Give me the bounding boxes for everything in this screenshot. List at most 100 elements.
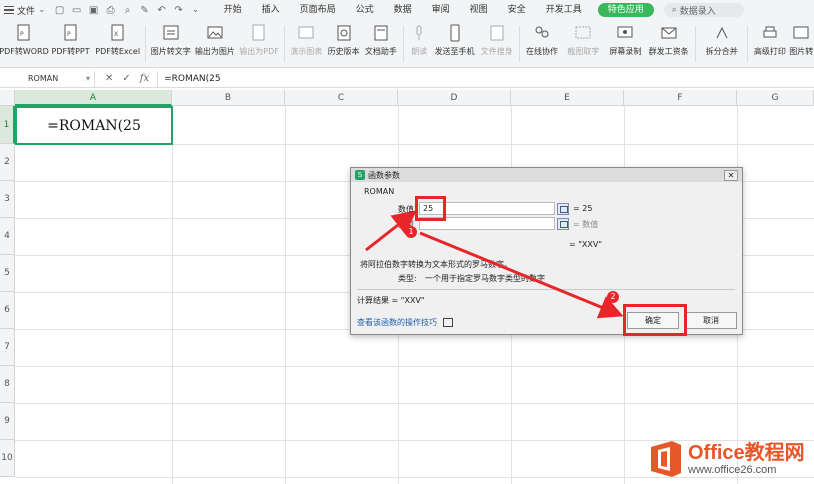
arg2-select-range-icon[interactable] bbox=[557, 218, 569, 230]
payroll-label: 群发工资条 bbox=[648, 47, 689, 56]
insert-function-icon[interactable]: fx bbox=[140, 73, 149, 84]
toolbar-divider bbox=[747, 26, 749, 62]
pdf-to-word-button[interactable]: P PDF转WORD bbox=[0, 20, 49, 68]
tab-special-apps[interactable]: 特色应用 bbox=[597, 3, 654, 17]
column-header-e[interactable]: E bbox=[511, 90, 624, 106]
print-icon[interactable]: ⎙ bbox=[105, 4, 117, 16]
row-header-9[interactable]: 9 bbox=[0, 403, 15, 440]
column-header-g[interactable]: G bbox=[737, 90, 814, 106]
pdf-to-excel-button[interactable]: X PDF转Excel bbox=[93, 20, 142, 68]
tab-home[interactable]: 开始 bbox=[214, 0, 252, 20]
column-header-c[interactable]: C bbox=[285, 90, 398, 106]
tab-insert[interactable]: 插入 bbox=[252, 0, 290, 20]
tab-view[interactable]: 视图 bbox=[460, 0, 498, 20]
grid-line bbox=[285, 106, 286, 484]
dialog-title: 函数参数 bbox=[368, 170, 400, 180]
tab-review[interactable]: 审阅 bbox=[422, 0, 460, 20]
select-all-corner[interactable] bbox=[0, 90, 15, 106]
image-convert-icon bbox=[793, 26, 809, 39]
screenshot-text-icon bbox=[575, 26, 591, 39]
formula-controls: ✕ ✓ fx bbox=[95, 70, 159, 87]
formula-input[interactable]: =ROMAN(25 bbox=[158, 74, 221, 84]
format-painter-icon[interactable]: ✎ bbox=[139, 4, 151, 16]
office-logo-icon bbox=[651, 440, 681, 477]
open-folder-icon[interactable]: ▭ bbox=[71, 4, 83, 16]
video-icon[interactable] bbox=[442, 318, 453, 327]
chevron-down-icon: ⌄ bbox=[38, 5, 46, 15]
row-header-1[interactable]: 1 bbox=[0, 106, 15, 144]
redo-icon[interactable]: ↷ bbox=[173, 4, 185, 16]
formula-result: = "XXV" bbox=[569, 240, 603, 249]
tab-security[interactable]: 安全 bbox=[498, 0, 536, 20]
row-header-8[interactable]: 8 bbox=[0, 366, 15, 403]
type-description-label: 类型: bbox=[398, 274, 417, 283]
search-icon: ⌕ bbox=[671, 5, 677, 15]
image-to-text-button[interactable]: 图片转文字 bbox=[149, 20, 192, 68]
payroll-button[interactable]: 群发工资条 bbox=[645, 20, 692, 68]
watermark-text: Office教程网 www.office26.com bbox=[688, 442, 805, 476]
undo-icon[interactable]: ↶ bbox=[156, 4, 168, 16]
send-phone-button[interactable]: 发送至手机 bbox=[432, 20, 477, 68]
active-cell-a1[interactable]: =ROMAN(25 bbox=[15, 106, 173, 145]
file-search-button[interactable]: 文件搜身 bbox=[477, 20, 516, 68]
image-convert-button[interactable]: 图片转 bbox=[789, 20, 814, 68]
export-pdf-label: 输出为PDF bbox=[239, 47, 279, 56]
toolbar-divider bbox=[402, 26, 404, 62]
chevron-down-icon[interactable]: ▾ bbox=[86, 74, 90, 83]
name-box[interactable]: ROMAN ▾ bbox=[0, 70, 95, 87]
confirm-icon[interactable]: ✓ bbox=[122, 73, 130, 84]
row-header-7[interactable]: 7 bbox=[0, 329, 15, 366]
type-description: 一个用于指定罗马数字类型的数字 bbox=[425, 274, 545, 283]
screenshot-text-button[interactable]: 截图取字 bbox=[561, 20, 606, 68]
read-aloud-button[interactable]: 朗读 bbox=[406, 20, 432, 68]
advanced-print-button[interactable]: 高级打印 bbox=[751, 20, 788, 68]
calc-result: 计算结果 = "XXV" bbox=[357, 296, 425, 305]
file-menu[interactable]: 文件 ⌄ bbox=[0, 0, 50, 20]
tab-developer[interactable]: 开发工具 bbox=[536, 0, 592, 20]
arg1-select-range-icon[interactable] bbox=[557, 203, 569, 215]
row-header-6[interactable]: 6 bbox=[0, 292, 15, 329]
help-link-row: 查看该函数的操作技巧 bbox=[357, 317, 453, 328]
export-pdf-button[interactable]: 输出为PDF bbox=[238, 20, 281, 68]
help-link[interactable]: 查看该函数的操作技巧 bbox=[357, 318, 437, 327]
online-collab-button[interactable]: 在线协作 bbox=[523, 20, 560, 68]
image-convert-label: 图片转 bbox=[789, 47, 814, 56]
pdf-to-ppt-button[interactable]: P PDF转PPT bbox=[48, 20, 93, 68]
pdf-to-excel-label: PDF转Excel bbox=[95, 47, 141, 56]
tab-formulas[interactable]: 公式 bbox=[346, 0, 384, 20]
history-icon bbox=[337, 25, 351, 41]
chevron-down-icon[interactable]: ⌄ bbox=[190, 4, 202, 16]
split-merge-button[interactable]: 拆分合并 bbox=[699, 20, 744, 68]
row-header-4[interactable]: 4 bbox=[0, 218, 15, 255]
dialog-divider bbox=[357, 289, 735, 290]
row-header-2[interactable]: 2 bbox=[0, 144, 15, 181]
tab-page-layout[interactable]: 页面布局 bbox=[290, 0, 346, 20]
new-file-icon[interactable]: ▢ bbox=[54, 4, 66, 16]
cancel-button[interactable]: 取消 bbox=[685, 312, 737, 329]
online-collab-label: 在线协作 bbox=[526, 47, 559, 56]
history-button[interactable]: 历史版本 bbox=[325, 20, 362, 68]
tab-data[interactable]: 数据 bbox=[384, 0, 422, 20]
doc-assistant-button[interactable]: 文档助手 bbox=[362, 20, 399, 68]
search-box[interactable]: ⌕ 数据录入 bbox=[663, 3, 744, 17]
column-header-d[interactable]: D bbox=[398, 90, 511, 106]
svg-text:P: P bbox=[67, 31, 71, 38]
toolbar-divider bbox=[695, 26, 697, 62]
dialog-title-bar[interactable]: S 函数参数 ✕ bbox=[351, 168, 742, 182]
row-header-5[interactable]: 5 bbox=[0, 255, 15, 292]
demo-chart-button[interactable]: 演示图表 bbox=[288, 20, 325, 68]
column-header-a[interactable]: A bbox=[15, 90, 172, 106]
file-search-icon bbox=[490, 25, 504, 41]
column-header-f[interactable]: F bbox=[624, 90, 737, 106]
search-text: 数据录入 bbox=[679, 6, 716, 17]
screen-record-button[interactable]: 屏幕录制 bbox=[606, 20, 645, 68]
row-header-3[interactable]: 3 bbox=[0, 181, 15, 218]
print-preview-icon[interactable]: ⌕ bbox=[122, 4, 134, 16]
column-header-b[interactable]: B bbox=[172, 90, 285, 106]
save-icon[interactable]: ▣ bbox=[88, 4, 100, 16]
cancel-icon[interactable]: ✕ bbox=[105, 73, 113, 84]
close-icon[interactable]: ✕ bbox=[724, 169, 738, 181]
image-to-text-label: 图片转文字 bbox=[150, 47, 191, 56]
row-header-10[interactable]: 10 bbox=[0, 440, 15, 477]
export-image-button[interactable]: 输出为图片 bbox=[192, 20, 237, 68]
